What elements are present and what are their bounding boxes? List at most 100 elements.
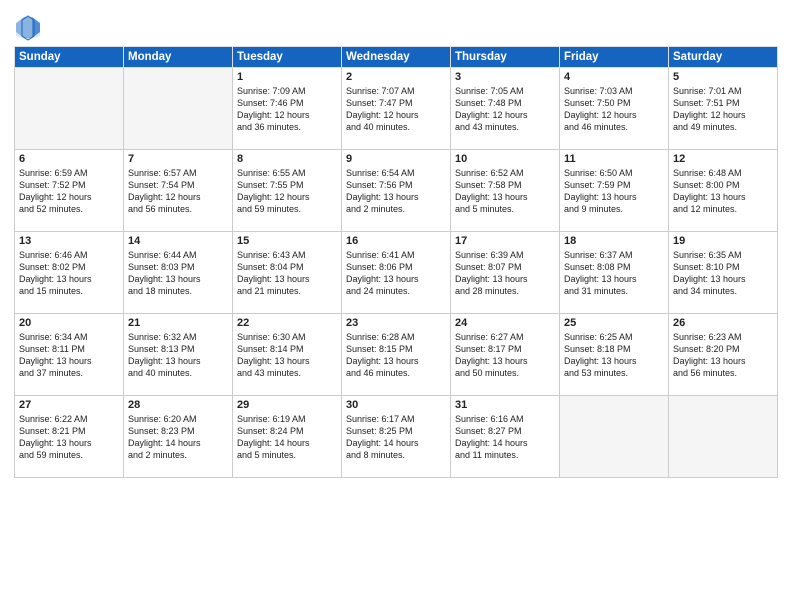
calendar-week-row: 6Sunrise: 6:59 AM Sunset: 7:52 PM Daylig…: [15, 150, 778, 232]
calendar-table: SundayMondayTuesdayWednesdayThursdayFrid…: [14, 46, 778, 478]
cell-content: Sunrise: 6:25 AM Sunset: 8:18 PM Dayligh…: [564, 331, 664, 380]
calendar-cell: 15 Sunrise: 6:43 AM Sunset: 8:04 PM Dayli…: [233, 232, 342, 314]
day-number: 28: [128, 399, 228, 411]
weekday-header-thursday: Thursday: [451, 47, 560, 68]
day-number: 18: [564, 235, 664, 247]
day-number: 4: [564, 71, 664, 83]
calendar-cell: 30Sunrise: 6:17 AM Sunset: 8:25 PM Dayli…: [342, 396, 451, 478]
calendar-cell: 25Sunrise: 6:25 AM Sunset: 8:18 PM Dayli…: [560, 314, 669, 396]
cell-content: Sunrise: 6:34 AM Sunset: 8:11 PM Dayligh…: [19, 331, 119, 380]
weekday-header-monday: Monday: [124, 47, 233, 68]
weekday-header-tuesday: Tuesday: [233, 47, 342, 68]
calendar-cell: 18 Sunrise: 6:37 AM Sunset: 8:08 PM Dayli…: [560, 232, 669, 314]
calendar-cell: 16 Sunrise: 6:41 AM Sunset: 8:06 PM Dayli…: [342, 232, 451, 314]
cell-content: Sunrise: 6:57 AM Sunset: 7:54 PM Dayligh…: [128, 167, 228, 216]
weekday-header-wednesday: Wednesday: [342, 47, 451, 68]
cell-content: Sunrise: 6:55 AM Sunset: 7:55 PM Dayligh…: [237, 167, 337, 216]
day-number: 10: [455, 153, 555, 165]
cell-content: Sunrise: 6:52 AM Sunset: 7:58 PM Dayligh…: [455, 167, 555, 216]
calendar-week-row: 13 Sunrise: 6:46 AM Sunset: 8:02 PM Dayli…: [15, 232, 778, 314]
calendar-cell: 24Sunrise: 6:27 AM Sunset: 8:17 PM Dayli…: [451, 314, 560, 396]
weekday-header-saturday: Saturday: [669, 47, 778, 68]
cell-content: Sunrise: 6:48 AM Sunset: 8:00 PM Dayligh…: [673, 167, 773, 216]
calendar-cell: 21 Sunrise: 6:32 AM Sunset: 8:13 PM Dayli…: [124, 314, 233, 396]
cell-content: Sunrise: 6:22 AM Sunset: 8:21 PM Dayligh…: [19, 413, 119, 462]
cell-content: Sunrise: 6:37 AM Sunset: 8:08 PM Dayligh…: [564, 249, 664, 298]
cell-content: Sunrise: 6:28 AM Sunset: 8:15 PM Dayligh…: [346, 331, 446, 380]
day-number: 5: [673, 71, 773, 83]
calendar-cell: 29Sunrise: 6:19 AM Sunset: 8:24 PM Dayli…: [233, 396, 342, 478]
calendar-cell: 23 Sunrise: 6:28 AM Sunset: 8:15 PM Dayli…: [342, 314, 451, 396]
weekday-header-row: SundayMondayTuesdayWednesdayThursdayFrid…: [15, 47, 778, 68]
day-number: 2: [346, 71, 446, 83]
cell-content: Sunrise: 6:46 AM Sunset: 8:02 PM Dayligh…: [19, 249, 119, 298]
calendar-week-row: 27Sunrise: 6:22 AM Sunset: 8:21 PM Dayli…: [15, 396, 778, 478]
cell-content: Sunrise: 6:16 AM Sunset: 8:27 PM Dayligh…: [455, 413, 555, 462]
calendar-cell: 3 Sunrise: 7:05 AM Sunset: 7:48 PM Daylig…: [451, 68, 560, 150]
calendar-cell: 2 Sunrise: 7:07 AM Sunset: 7:47 PM Daylig…: [342, 68, 451, 150]
day-number: 21: [128, 317, 228, 329]
calendar-cell: 20 Sunrise: 6:34 AM Sunset: 8:11 PM Dayli…: [15, 314, 124, 396]
cell-content: Sunrise: 6:20 AM Sunset: 8:23 PM Dayligh…: [128, 413, 228, 462]
day-number: 17: [455, 235, 555, 247]
calendar-cell: 4 Sunrise: 7:03 AM Sunset: 7:50 PM Daylig…: [560, 68, 669, 150]
weekday-header-sunday: Sunday: [15, 47, 124, 68]
cell-content: Sunrise: 6:59 AM Sunset: 7:52 PM Dayligh…: [19, 167, 119, 216]
cell-content: Sunrise: 7:09 AM Sunset: 7:46 PM Dayligh…: [237, 85, 337, 134]
day-number: 8: [237, 153, 337, 165]
cell-content: Sunrise: 7:05 AM Sunset: 7:48 PM Dayligh…: [455, 85, 555, 134]
calendar-cell: 31 Sunrise: 6:16 AM Sunset: 8:27 PM Dayli…: [451, 396, 560, 478]
day-number: 30: [346, 399, 446, 411]
day-number: 1: [237, 71, 337, 83]
day-number: 23: [346, 317, 446, 329]
calendar-cell: 19 Sunrise: 6:35 AM Sunset: 8:10 PM Dayli…: [669, 232, 778, 314]
cell-content: Sunrise: 7:01 AM Sunset: 7:51 PM Dayligh…: [673, 85, 773, 134]
weekday-header-friday: Friday: [560, 47, 669, 68]
cell-content: Sunrise: 6:54 AM Sunset: 7:56 PM Dayligh…: [346, 167, 446, 216]
cell-content: Sunrise: 6:43 AM Sunset: 8:04 PM Dayligh…: [237, 249, 337, 298]
day-number: 22: [237, 317, 337, 329]
calendar-cell: 10 Sunrise: 6:52 AM Sunset: 7:58 PM Dayli…: [451, 150, 560, 232]
day-number: 26: [673, 317, 773, 329]
day-number: 14: [128, 235, 228, 247]
calendar-cell: 28 Sunrise: 6:20 AM Sunset: 8:23 PM Dayli…: [124, 396, 233, 478]
calendar-cell: [124, 68, 233, 150]
cell-content: Sunrise: 6:44 AM Sunset: 8:03 PM Dayligh…: [128, 249, 228, 298]
day-number: 19: [673, 235, 773, 247]
calendar-cell: 6Sunrise: 6:59 AM Sunset: 7:52 PM Daylig…: [15, 150, 124, 232]
calendar-cell: 22 Sunrise: 6:30 AM Sunset: 8:14 PM Dayli…: [233, 314, 342, 396]
calendar-cell: [15, 68, 124, 150]
cell-content: Sunrise: 6:27 AM Sunset: 8:17 PM Dayligh…: [455, 331, 555, 380]
calendar-cell: 17Sunrise: 6:39 AM Sunset: 8:07 PM Dayli…: [451, 232, 560, 314]
calendar-cell: [560, 396, 669, 478]
cell-content: Sunrise: 6:30 AM Sunset: 8:14 PM Dayligh…: [237, 331, 337, 380]
cell-content: Sunrise: 6:32 AM Sunset: 8:13 PM Dayligh…: [128, 331, 228, 380]
calendar-cell: 1 Sunrise: 7:09 AM Sunset: 7:46 PM Daylig…: [233, 68, 342, 150]
day-number: 9: [346, 153, 446, 165]
calendar-cell: 27Sunrise: 6:22 AM Sunset: 8:21 PM Dayli…: [15, 396, 124, 478]
cell-content: Sunrise: 6:50 AM Sunset: 7:59 PM Dayligh…: [564, 167, 664, 216]
cell-content: Sunrise: 6:35 AM Sunset: 8:10 PM Dayligh…: [673, 249, 773, 298]
cell-content: Sunrise: 6:41 AM Sunset: 8:06 PM Dayligh…: [346, 249, 446, 298]
day-number: 31: [455, 399, 555, 411]
cell-content: Sunrise: 6:19 AM Sunset: 8:24 PM Dayligh…: [237, 413, 337, 462]
day-number: 16: [346, 235, 446, 247]
calendar-cell: 26Sunrise: 6:23 AM Sunset: 8:20 PM Dayli…: [669, 314, 778, 396]
cell-content: Sunrise: 7:03 AM Sunset: 7:50 PM Dayligh…: [564, 85, 664, 134]
day-number: 13: [19, 235, 119, 247]
header: [14, 10, 778, 42]
page: SundayMondayTuesdayWednesdayThursdayFrid…: [0, 0, 792, 612]
day-number: 20: [19, 317, 119, 329]
calendar-cell: 14 Sunrise: 6:44 AM Sunset: 8:03 PM Dayli…: [124, 232, 233, 314]
day-number: 3: [455, 71, 555, 83]
day-number: 15: [237, 235, 337, 247]
calendar-cell: 13 Sunrise: 6:46 AM Sunset: 8:02 PM Dayli…: [15, 232, 124, 314]
day-number: 7: [128, 153, 228, 165]
calendar-week-row: 20 Sunrise: 6:34 AM Sunset: 8:11 PM Dayli…: [15, 314, 778, 396]
calendar-week-row: 1 Sunrise: 7:09 AM Sunset: 7:46 PM Daylig…: [15, 68, 778, 150]
calendar-cell: 9 Sunrise: 6:54 AM Sunset: 7:56 PM Daylig…: [342, 150, 451, 232]
cell-content: Sunrise: 7:07 AM Sunset: 7:47 PM Dayligh…: [346, 85, 446, 134]
calendar-cell: 5 Sunrise: 7:01 AM Sunset: 7:51 PM Daylig…: [669, 68, 778, 150]
calendar-cell: 7 Sunrise: 6:57 AM Sunset: 7:54 PM Daylig…: [124, 150, 233, 232]
day-number: 11: [564, 153, 664, 165]
